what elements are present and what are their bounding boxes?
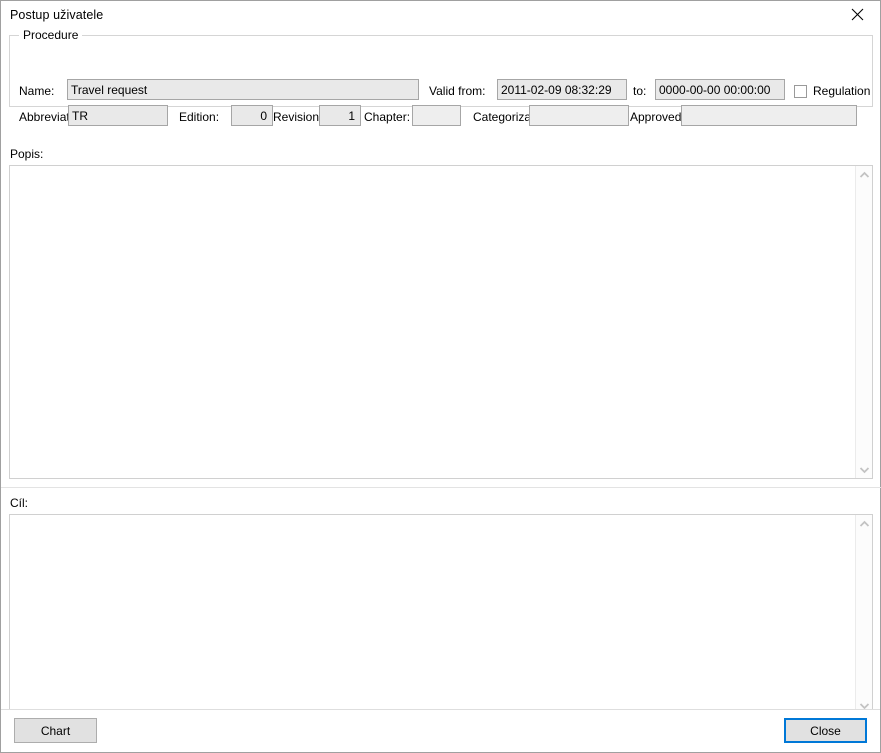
chevron-up-icon[interactable] [856,515,873,532]
close-button[interactable]: Close [784,718,867,743]
revision-label: Revision [273,110,320,124]
valid-from-label: Valid from: [429,84,486,98]
edition-label: Edition: [179,110,220,124]
regulation-checkbox-label: Regulation [813,84,871,98]
approved-label: Approved [630,110,681,124]
valid-from-input[interactable] [497,79,627,100]
edition-input[interactable] [231,105,273,126]
goal-textarea[interactable] [9,514,873,715]
goal-scrollbar[interactable] [855,515,872,714]
close-icon[interactable] [835,1,880,28]
valid-to-input[interactable] [655,79,785,100]
chapter-input[interactable] [412,105,461,126]
section-divider [1,487,881,488]
abbreviation-label: Abbreviation [19,110,68,124]
name-input[interactable] [67,79,419,100]
description-scrollbar-track[interactable] [856,183,873,461]
description-textarea-body[interactable] [10,166,855,478]
procedure-groupbox-legend: Procedure [19,28,83,42]
regulation-checkbox[interactable]: Regulation [794,84,870,98]
goal-textarea-body[interactable] [10,515,855,714]
footer-bar: Chart Close [1,709,880,752]
description-label: Popis: [10,147,44,161]
name-label: Name: [19,84,55,98]
revision-input[interactable] [319,105,361,126]
chart-button[interactable]: Chart [14,718,97,743]
description-textarea[interactable] [9,165,873,479]
client-area: Procedure Name: Valid from: to: Regulati… [1,28,881,752]
categorization-label: Categorization [473,110,529,124]
description-scrollbar[interactable] [855,166,872,478]
categorization-input[interactable] [529,105,629,126]
valid-to-label: to: [633,84,647,98]
goal-scrollbar-track[interactable] [856,532,873,697]
window-title: Postup uživatele [10,7,104,22]
dialog-window: Postup uživatele Procedure Name: Valid f… [0,0,881,753]
chapter-label: Chapter: [364,110,411,124]
chevron-up-icon[interactable] [856,166,873,183]
approved-input[interactable] [681,105,857,126]
regulation-checkbox-box[interactable] [794,84,807,98]
chevron-down-icon[interactable] [856,461,873,478]
abbreviation-input[interactable] [68,105,168,126]
goal-label: Cíl: [10,496,28,510]
title-bar: Postup uživatele [1,1,880,28]
